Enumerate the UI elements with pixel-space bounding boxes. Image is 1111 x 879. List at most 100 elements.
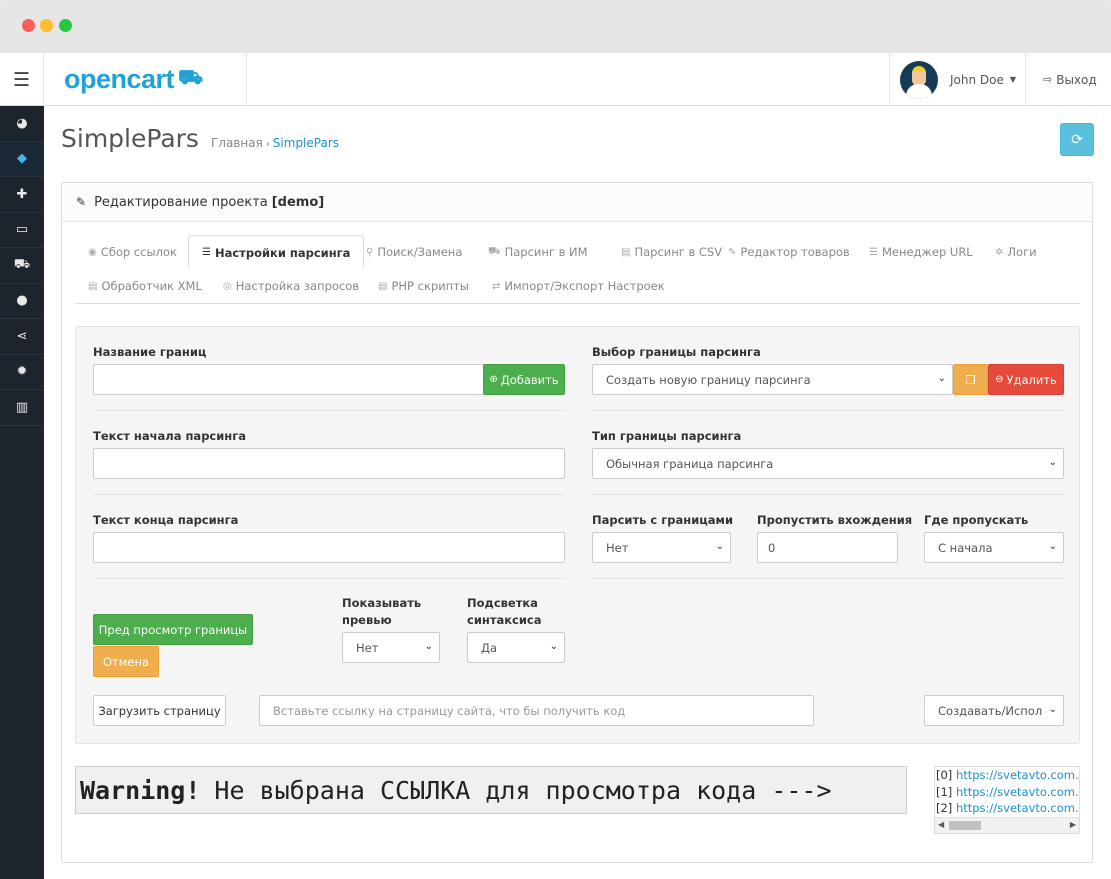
cart-icon: ⛟ xyxy=(13,256,31,272)
scroll-right-icon[interactable]: ▶ xyxy=(1070,820,1076,829)
sidebar-item-design[interactable]: ▭ xyxy=(0,213,44,248)
boundary-select-label: Выбор границы парсинга xyxy=(592,345,761,359)
list-item: [1] https://svetavto.com.ua/ xyxy=(935,784,1079,801)
tab-product-editor[interactable]: ✎ Редактор товаров xyxy=(715,235,863,269)
sidebar-item-extensions[interactable]: ✚ xyxy=(0,177,44,213)
tab-import-export[interactable]: ⇄ Импорт/Экспорт Настроек xyxy=(479,269,678,303)
search-icon: ⚲ xyxy=(366,246,374,258)
warning-strong: Warning! xyxy=(80,775,201,805)
tags-icon: ◆ xyxy=(17,151,27,167)
mode-select[interactable]: Создавать/Испол ⌄ xyxy=(924,695,1064,726)
refresh-button[interactable]: ⟳ xyxy=(1060,123,1094,156)
cog-icon: ✹ xyxy=(16,364,28,380)
boundary-name-input[interactable] xyxy=(93,364,484,395)
tab-search-replace[interactable]: ⚲ Поиск/Замена xyxy=(353,235,475,269)
bug-icon: ✲ xyxy=(995,246,1004,258)
file-icon: ▤ xyxy=(621,246,631,258)
end-text-input[interactable] xyxy=(93,532,565,563)
scroll-left-icon[interactable]: ◀ xyxy=(938,820,944,829)
chrome-icon: ◎ xyxy=(223,280,232,292)
preview-boundary-button[interactable]: Пред просмотр границы xyxy=(93,614,253,645)
show-preview-label: Показывать превью xyxy=(342,596,422,627)
boundary-select[interactable]: Создать новую границу парсинга ⌄ xyxy=(592,364,953,395)
divider xyxy=(592,494,1064,495)
browser-window: ☰ opencart ⛟ John Doe ▼ ⇨ Выход ◕ ◆ ✚ ▭ … xyxy=(0,0,1111,879)
edit-project-panel: ✎ Редактирование проекта [demo] ◉ Сбор сс… xyxy=(61,182,1093,863)
parse-with-bounds-value: Нет xyxy=(606,540,629,555)
page-url-input[interactable]: Вставьте ссылку на страницу сайта, что б… xyxy=(259,695,814,726)
logout-link[interactable]: ⇨ Выход xyxy=(1043,53,1097,106)
tab-collect-links[interactable]: ◉ Сбор ссылок xyxy=(75,235,190,269)
dashboard-icon: ◕ xyxy=(16,115,28,131)
chevron-down-icon: ⌄ xyxy=(1048,457,1057,468)
tab-label: PHP скрипты xyxy=(391,279,469,293)
sidebar-item-system[interactable]: ✹ xyxy=(0,355,44,390)
chevron-down-icon: ⌄ xyxy=(424,641,433,652)
user-menu[interactable]: John Doe ▼ xyxy=(889,53,1026,106)
scrollbar-thumb[interactable] xyxy=(949,821,981,830)
parse-with-bounds-select[interactable]: Нет ⌄ xyxy=(592,532,731,563)
horizontal-scrollbar[interactable]: ◀ ▶ xyxy=(935,817,1079,833)
caret-down-icon: ▼ xyxy=(1009,75,1017,84)
maximize-window-icon[interactable] xyxy=(59,19,72,32)
skip-entries-input[interactable]: 0 xyxy=(757,532,898,563)
delete-boundary-button[interactable]: ⊖ Удалить xyxy=(988,364,1064,395)
hamburger-icon[interactable]: ☰ xyxy=(0,53,44,106)
sidebar-item-reports[interactable]: ▥ xyxy=(0,390,44,426)
pencil-icon: ✎ xyxy=(728,246,737,258)
load-page-button[interactable]: Загрузить страницу xyxy=(93,695,226,726)
tab-parsing-settings[interactable]: ☰ Настройки парсинга xyxy=(188,235,365,270)
sidebar-item-marketing[interactable]: ⋖ xyxy=(0,319,44,355)
tab-parse-to-store[interactable]: ⛟ Парсинг в ИМ xyxy=(475,235,601,269)
boundary-type-select[interactable]: Обычная граница парсинга ⌄ xyxy=(592,448,1064,479)
opencart-logo[interactable]: opencart ⛟ xyxy=(44,53,247,106)
start-text-label: Текст начала парсинга xyxy=(93,429,247,443)
link-url[interactable]: https://svetavto.com.ua/ xyxy=(956,768,1079,782)
tab-label: Сбор ссылок xyxy=(100,245,177,259)
syntax-highlight-value: Да xyxy=(481,640,498,655)
skip-where-label: Где пропускать xyxy=(924,513,1029,527)
refresh-icon: ⟳ xyxy=(1071,131,1083,148)
boundary-type-label: Тип границы парсинга xyxy=(592,429,742,443)
copy-boundary-button[interactable]: ❐ xyxy=(953,364,988,395)
cancel-button[interactable]: Отмена xyxy=(93,646,159,677)
tab-xml-handler[interactable]: ▤ Обработчик XML xyxy=(75,269,215,303)
skip-where-select[interactable]: С начала ⌄ xyxy=(924,532,1064,563)
add-boundary-button[interactable]: ⊕ Добавить xyxy=(483,364,565,395)
tab-logs[interactable]: ✲ Логи xyxy=(982,235,1050,269)
breadcrumb-current[interactable]: SimplePars xyxy=(273,136,339,150)
plus-circle-icon: ⊕ xyxy=(489,374,498,385)
minimize-window-icon[interactable] xyxy=(40,19,53,32)
chevron-down-icon: ⌄ xyxy=(549,641,558,652)
breadcrumb-separator: › xyxy=(265,139,270,150)
divider xyxy=(592,410,1064,411)
pencil-icon: ✎ xyxy=(76,195,87,209)
logo-text: opencart xyxy=(64,64,175,94)
tab-label: Парсинг в ИМ xyxy=(504,245,588,259)
breadcrumb-home[interactable]: Главная xyxy=(211,136,263,150)
desktop-icon: ▭ xyxy=(15,222,29,238)
link-url[interactable]: https://svetavto.com.ua/ xyxy=(956,801,1079,815)
sidebar-item-dashboard[interactable]: ◕ xyxy=(0,106,44,142)
user-icon: ● xyxy=(16,293,28,309)
divider xyxy=(93,578,565,579)
divider xyxy=(592,578,1064,579)
file-code-icon: ▤ xyxy=(88,280,98,292)
sidebar-item-customers[interactable]: ● xyxy=(0,284,44,319)
sidebar-item-sales[interactable]: ⛟ xyxy=(0,248,44,284)
skip-where-value: С начала xyxy=(938,540,993,555)
tab-request-settings[interactable]: ◎ Настройка запросов xyxy=(210,269,372,303)
tab-url-manager[interactable]: ☰ Менеджер URL xyxy=(856,235,986,269)
link-list: [0] https://svetavto.com.ua/ [1] https:/… xyxy=(934,766,1080,834)
syntax-highlight-select[interactable]: Да ⌄ xyxy=(467,632,565,663)
link-index: [1] xyxy=(936,784,953,799)
close-window-icon[interactable] xyxy=(22,19,35,32)
start-text-input[interactable] xyxy=(93,448,565,479)
link-url[interactable]: https://svetavto.com.ua/ xyxy=(956,785,1079,799)
user-name: John Doe xyxy=(950,72,1004,87)
main-content: SimplePars Главная › SimplePars ⟳ ✎ Редакт… xyxy=(44,106,1111,879)
page-header: SimplePars Главная › SimplePars xyxy=(61,124,339,153)
tab-php-scripts[interactable]: ▤ PHP скрипты xyxy=(365,269,482,303)
sidebar-item-catalog[interactable]: ◆ xyxy=(0,141,44,177)
show-preview-select[interactable]: Нет ⌄ xyxy=(342,632,440,663)
